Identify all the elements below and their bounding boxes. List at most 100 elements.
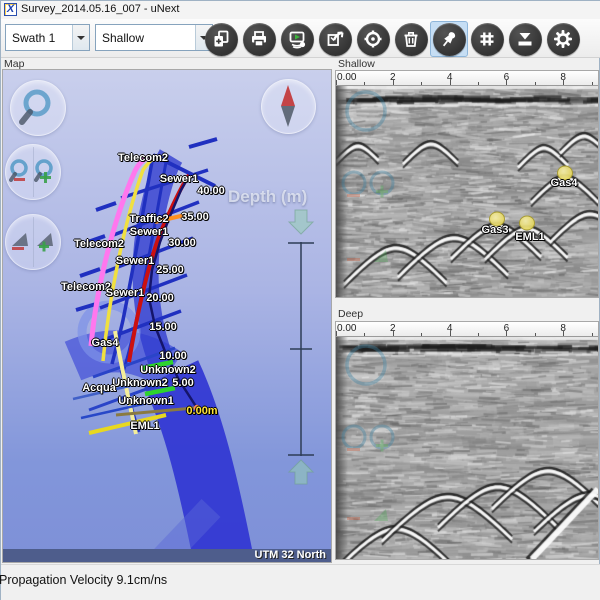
ruler-label: 0.00 [337, 72, 356, 83]
ruler-label: 8 [560, 72, 566, 83]
delete-button[interactable] [392, 21, 430, 57]
map-label: Sewer1 [106, 287, 145, 299]
map-label: 0.00m [186, 405, 217, 417]
map-label: Telecom2 [74, 238, 124, 250]
map-label: 35.00 [181, 211, 209, 223]
ruler-label: 4 [447, 72, 453, 83]
map-label: 15.00 [149, 321, 177, 333]
ruler-tick [592, 333, 593, 336]
locate-button[interactable] [354, 21, 392, 57]
toolbar: Swath 1 Shallow [1, 19, 600, 58]
settings-button[interactable] [544, 21, 582, 57]
map-label: Telecom2 [61, 281, 111, 293]
status-text: Propagation Velocity 9.1cm/ns [0, 573, 167, 587]
map-label: Telecom2 [118, 152, 168, 164]
ruler-tick [535, 82, 536, 85]
map-label: 5.00 [172, 377, 193, 389]
shallow-radargram-image [336, 86, 598, 297]
map-label: 40.00 [197, 185, 225, 197]
utility-marker-eml1[interactable] [519, 216, 535, 231]
deep-radargram-image [336, 337, 598, 559]
acquisition-button[interactable] [278, 21, 316, 57]
unext-window: X Survey_2014.05.16_007 - uNext Swath 1 … [0, 0, 600, 600]
compass[interactable] [261, 79, 316, 134]
map-label: EML1 [130, 420, 159, 432]
deep-ruler: 0.00 2 4 6 8 [336, 322, 598, 337]
divider [33, 217, 34, 267]
map-label: Gas4 [92, 337, 119, 349]
map-label: Unknown1 [118, 395, 174, 407]
collect-button[interactable] [506, 21, 544, 57]
map-label: Sewer1 [130, 226, 169, 238]
divider [33, 147, 34, 197]
ruler-tick [364, 333, 365, 336]
trash-icon [400, 28, 422, 50]
depth-axis-label: Depth (m) [228, 187, 307, 207]
map-line-tick-top [189, 139, 217, 147]
ruler-tick [478, 82, 479, 85]
ruler-label: 6 [504, 323, 510, 334]
grid-button[interactable] [468, 21, 506, 57]
print-button[interactable] [240, 21, 278, 57]
ruler-label: 6 [504, 72, 510, 83]
depth-down-arrow-icon[interactable] [286, 208, 316, 236]
layer-select[interactable]: Shallow [95, 24, 213, 51]
map-label: 25.00 [156, 264, 184, 276]
depth-up-arrow-icon[interactable] [286, 458, 316, 486]
marker-label: EML1 [515, 231, 544, 243]
marker-label: Gas3 [482, 224, 509, 236]
title-bar: X Survey_2014.05.16_007 - uNext [1, 1, 600, 19]
map-label: Unknown2 [112, 377, 168, 389]
map-label: Acqua [82, 382, 116, 394]
map-viewport[interactable]: Telecom2Sewer140.00Traffic235.00Sewer130… [3, 70, 331, 562]
ruler-label: 0.00 [337, 323, 356, 334]
ruler-tick [478, 333, 479, 336]
map-label: 20.00 [146, 292, 174, 304]
tray-arrow-icon [514, 28, 536, 50]
magnifier-icon [11, 81, 65, 135]
export-button[interactable] [316, 21, 354, 57]
swath-select-value: Swath 1 [12, 31, 55, 45]
map-line-tick-1 [96, 203, 116, 210]
grid-icon [476, 28, 498, 50]
map-label: Traffic2 [129, 213, 168, 225]
ruler-label: 8 [560, 323, 566, 334]
save-export-icon [324, 28, 346, 50]
target-icon [362, 28, 384, 50]
ruler-tick [535, 333, 536, 336]
toolbar-buttons [202, 21, 582, 58]
ruler-label: 2 [390, 72, 396, 83]
map-canvas [3, 70, 331, 562]
pin-button[interactable] [430, 21, 468, 57]
swath-select[interactable]: Swath 1 [5, 24, 90, 51]
shallow-radargram[interactable]: Gas3EML1Gas4 [336, 86, 598, 302]
map-tilt-control[interactable] [5, 214, 61, 270]
window-title: Survey_2014.05.16_007 - uNext [21, 3, 179, 15]
ruler-tick [364, 82, 365, 85]
compass-needle-icon [262, 80, 315, 133]
map-label: Sewer1 [116, 255, 155, 267]
deep-radargram[interactable] [336, 337, 598, 564]
depth-tick-top [288, 242, 314, 244]
ruler-label: 4 [447, 323, 453, 334]
deep-panel-title: Deep [338, 308, 363, 320]
gear-icon [552, 28, 574, 50]
ruler-tick [592, 82, 593, 85]
depth-tick-bottom [288, 454, 314, 456]
map-zoom-button[interactable] [10, 80, 66, 136]
map-label: 10.00 [159, 350, 187, 362]
chevron-down-icon [72, 25, 89, 50]
status-bar: Propagation Velocity 9.1cm/ns [1, 564, 600, 600]
map-zoom-in-out-control[interactable] [5, 144, 61, 200]
shallow-panel-title: Shallow [338, 58, 375, 70]
ruler-tick [421, 333, 422, 336]
map-label: 30.00 [168, 237, 196, 249]
map-panel: Telecom2Sewer140.00Traffic235.00Sewer130… [2, 69, 332, 563]
screen-play-icon [286, 28, 308, 50]
new-window-button[interactable] [202, 21, 240, 57]
depth-tick-mid [290, 348, 312, 350]
ruler-label: 2 [390, 323, 396, 334]
ruler-tick [421, 82, 422, 85]
pages-plus-icon [210, 28, 232, 50]
map-label: Sewer1 [160, 173, 199, 185]
